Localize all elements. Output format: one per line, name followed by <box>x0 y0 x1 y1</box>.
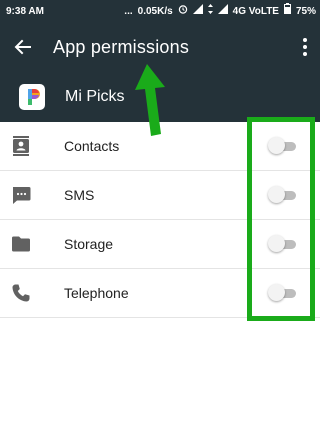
data-arrows-icon <box>207 0 213 23</box>
permission-label: Contacts <box>64 138 120 154</box>
folder-icon <box>10 233 32 255</box>
permission-row-sms[interactable]: SMS <box>0 171 320 220</box>
screen: 9:38 AM ... 0.05K/s 4G VoLTE 75% App per… <box>0 0 320 444</box>
permission-list: Contacts SMS Storage Telephone <box>0 122 320 318</box>
phone-icon <box>10 282 32 304</box>
network-speed: 0.05K/s <box>137 6 173 17</box>
toggle-thumb <box>268 284 285 301</box>
telephone-toggle[interactable] <box>268 284 298 302</box>
app-bar: App permissions <box>0 23 320 72</box>
signal-icon <box>192 0 203 23</box>
status-indicators: ... 0.05K/s 4G VoLTE 75% <box>124 0 316 23</box>
contacts-icon <box>10 135 32 157</box>
arrow-back-icon[interactable] <box>10 34 36 60</box>
permission-label: Telephone <box>64 285 129 301</box>
toggle-thumb <box>268 137 285 154</box>
app-header: Mi Picks <box>0 72 320 122</box>
page-title: App permissions <box>53 37 190 57</box>
permission-label: Storage <box>64 236 114 252</box>
app-name: Mi Picks <box>65 88 125 105</box>
permission-label: SMS <box>64 187 95 203</box>
status-bar: 9:38 AM ... 0.05K/s 4G VoLTE 75% <box>0 0 320 23</box>
mi-picks-logo <box>19 84 45 110</box>
battery-percent: 75% <box>295 6 316 17</box>
permission-row-telephone[interactable]: Telephone <box>0 269 320 318</box>
status-dots: ... <box>124 6 133 17</box>
storage-toggle[interactable] <box>268 235 298 253</box>
toggle-thumb <box>268 235 285 252</box>
network-type: 4G VoLTE <box>232 6 279 17</box>
sms-icon <box>10 184 32 206</box>
permission-row-contacts[interactable]: Contacts <box>0 122 320 171</box>
battery-icon <box>283 0 291 23</box>
contacts-toggle[interactable] <box>268 137 298 155</box>
more-vert-icon[interactable] <box>298 34 312 60</box>
sms-toggle[interactable] <box>268 186 298 204</box>
permission-row-storage[interactable]: Storage <box>0 220 320 269</box>
signal-icon-2 <box>217 0 228 23</box>
status-time: 9:38 AM <box>6 6 44 17</box>
toggle-thumb <box>268 186 285 203</box>
alarm-icon <box>178 0 188 23</box>
